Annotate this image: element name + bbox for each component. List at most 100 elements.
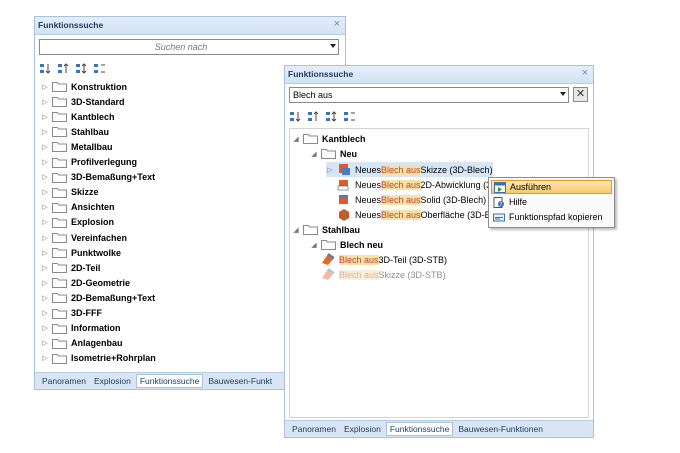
tree-node-label: 2D-Bemaßung+Text (71, 292, 156, 303)
expand-arrow-icon[interactable]: ◢ (292, 226, 300, 234)
tab-funktionssuche[interactable]: Funktionssuche (135, 374, 204, 388)
collapse-all-icon[interactable] (343, 111, 357, 123)
expand-all-icon[interactable] (75, 63, 89, 75)
tree-node-blech-neu[interactable]: ◢ Blech neu (310, 237, 383, 252)
expand-arrow-icon[interactable]: ▷ (41, 294, 49, 302)
search-input[interactable] (40, 40, 322, 54)
item-prefix: Neues (355, 164, 382, 175)
tree-node[interactable]: ▷ Ansichten (41, 200, 115, 215)
tree-item-blech-aus-3d-teil[interactable]: Blech aus 3D-Teil (3D-STB) (318, 252, 447, 267)
clear-search-button[interactable]: ✕ (573, 87, 588, 102)
tree-node-label: Vereinfachen (71, 232, 128, 243)
expand-arrow-icon[interactable]: ▷ (41, 249, 49, 257)
expand-arrow-icon[interactable]: ▷ (41, 98, 49, 106)
tree-node[interactable]: ▷ 3D-Standard (41, 94, 125, 109)
expand-arrow-icon[interactable]: ▷ (41, 188, 49, 196)
expand-arrow-icon[interactable]: ▷ (41, 173, 49, 181)
tree-node-stahlbau[interactable]: ◢ Stahlbau (292, 222, 360, 237)
expand-arrow-icon[interactable]: ▷ (41, 128, 49, 136)
tree-item-blech-aus-solid[interactable]: Neues Blech aus Solid (3D-Blech) (334, 192, 486, 207)
expand-arrow-icon[interactable]: ▷ (41, 279, 49, 287)
expand-arrow-icon[interactable]: ▷ (326, 166, 334, 174)
folder-icon (303, 225, 318, 235)
expand-arrow-icon[interactable]: ▷ (41, 158, 49, 166)
item-prefix: Neues (355, 194, 382, 205)
tree-node[interactable]: ▷ Anlagenbau (41, 336, 123, 351)
tree-node[interactable]: ▷ 2D-Teil (41, 260, 100, 275)
tree-node-kantblech[interactable]: ◢ Kantblech (292, 131, 366, 146)
tree-node[interactable]: ▷ Skizze (41, 185, 99, 200)
tree-node-label: Anlagenbau (71, 338, 123, 349)
tab-panoramen[interactable]: Panoramen (289, 423, 339, 435)
tree-node-label: Isometrie+Rohrplan (71, 353, 156, 364)
tree-node-label: Kantblech (322, 133, 366, 144)
tree-node-label: Konstruktion (71, 81, 127, 92)
tree-node-neu[interactable]: ◢ Neu (310, 146, 357, 161)
tab-panoramen[interactable]: Panoramen (39, 375, 89, 387)
chevron-down-icon[interactable] (330, 44, 336, 48)
expand-arrow-icon[interactable]: ◢ (292, 135, 300, 143)
expand-arrow-icon[interactable]: ▷ (41, 113, 49, 121)
expand-arrow-icon[interactable]: ◢ (310, 150, 318, 158)
tab-explosion[interactable]: Explosion (341, 423, 384, 435)
tree-node[interactable]: ▷ Isometrie+Rohrplan (41, 351, 156, 366)
search-field[interactable] (289, 87, 569, 103)
expand-arrow-icon[interactable]: ▷ (41, 309, 49, 317)
expand-arrow-icon[interactable]: ▷ (41, 203, 49, 211)
tree-node[interactable]: ▷ 3D-FFF (41, 306, 102, 321)
expand-arrow-icon[interactable]: ▷ (41, 83, 49, 91)
tree-node[interactable]: ▷ Punktwolke (41, 245, 121, 260)
tree-node[interactable]: ▷ 2D-Geometrie (41, 275, 130, 290)
tree-item-blech-aus-skizze[interactable]: ▷ Neues Blech aus Skizze (3D-Blech) (326, 162, 493, 177)
folder-icon (52, 142, 67, 153)
collapse-all-icon[interactable] (93, 63, 107, 75)
menu-item-hilfe[interactable]: ? Hilfe (491, 195, 612, 209)
sort-desc-icon[interactable] (307, 111, 321, 123)
tree-item-blech-aus-oberflaeche[interactable]: Neues Blech aus Oberfläche (3D-B (334, 207, 491, 222)
expand-arrow-icon[interactable]: ▷ (41, 143, 49, 151)
expand-arrow-icon[interactable]: ▷ (41, 234, 49, 242)
sort-desc-icon[interactable] (57, 63, 71, 75)
expand-arrow-icon[interactable]: ▷ (41, 324, 49, 332)
close-icon[interactable]: × (334, 18, 340, 30)
sheet-metal-sketch-icon (339, 164, 350, 175)
folder-icon (52, 187, 67, 198)
tab-bauwesen-funktionen[interactable]: Bauwesen-Funktionen (455, 423, 546, 435)
expand-arrow-icon[interactable]: ◢ (310, 241, 318, 249)
tree-node[interactable]: ▷ Stahlbau (41, 124, 109, 139)
expand-arrow-icon[interactable]: ▷ (41, 354, 49, 362)
tree-node[interactable]: ▷ Kantblech (41, 109, 115, 124)
expand-arrow-icon[interactable]: ▷ (41, 264, 49, 272)
match-highlight: Blech aus (381, 164, 421, 175)
tree-node[interactable]: ▷ Metallbau (41, 139, 113, 154)
tab-bauwesen-funkt[interactable]: Bauwesen-Funkt (205, 375, 275, 387)
tab-explosion[interactable]: Explosion (91, 375, 134, 387)
tree-node[interactable]: ▷ 3D-Bemaßung+Text (41, 170, 155, 185)
tree-node-label: Kantblech (71, 111, 115, 122)
tree-node[interactable]: ▷ Profilverlegung (41, 155, 137, 170)
menu-item-funktionspfad-kopieren[interactable]: Funktionspfad kopieren (491, 210, 612, 224)
sort-asc-icon[interactable] (39, 63, 53, 75)
item-suffix: Skizze (3D-Blech) (420, 164, 493, 175)
menu-item-ausfuehren[interactable]: Ausführen (491, 180, 612, 194)
tree-node[interactable]: ▷ 2D-Bemaßung+Text (41, 290, 155, 305)
search-input[interactable] (290, 88, 552, 102)
tree-node[interactable]: ▷ Information (41, 321, 121, 336)
close-icon[interactable]: × (582, 67, 588, 79)
search-field[interactable] (39, 39, 339, 55)
tree-item-blech-aus-skizze-stb[interactable]: Blech aus Skizze (3D-STB) (318, 267, 446, 282)
tab-funktionssuche[interactable]: Funktionssuche (385, 422, 454, 436)
tree-item-blech-aus-2d-abwicklung[interactable]: Neues Blech aus 2D-Abwicklung (3 (334, 177, 491, 192)
expand-all-icon[interactable] (325, 111, 339, 123)
tree-node-label: 3D-Bemaßung+Text (71, 172, 156, 183)
folder-icon (303, 134, 318, 144)
tree-node[interactable]: ▷ Konstruktion (41, 79, 127, 94)
chevron-down-icon[interactable] (560, 92, 566, 96)
folder-icon (52, 323, 67, 334)
sort-asc-icon[interactable] (289, 111, 303, 123)
panel-tabs: Panoramen Explosion Funktionssuche Bauwesen… (285, 420, 593, 437)
tree-node[interactable]: ▷ Explosion (41, 215, 114, 230)
tree-node[interactable]: ▷ Vereinfachen (41, 230, 127, 245)
expand-arrow-icon[interactable]: ▷ (41, 339, 49, 347)
expand-arrow-icon[interactable]: ▷ (41, 218, 49, 226)
